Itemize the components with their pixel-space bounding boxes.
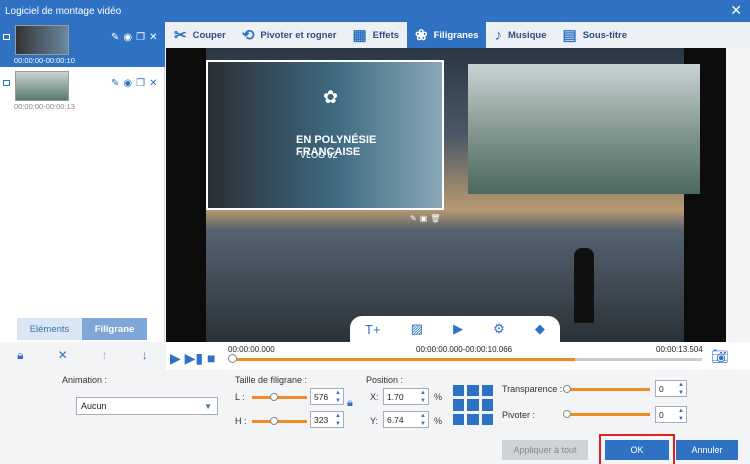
tab-effets[interactable]: ▦ Effets bbox=[344, 22, 407, 48]
camera-icon[interactable]: 📷︎ bbox=[711, 348, 729, 365]
crop-icon: ⟲ bbox=[241, 27, 255, 44]
move-up-icon[interactable]: ↑ bbox=[102, 348, 108, 362]
tab-elements[interactable]: Eléments bbox=[17, 318, 82, 340]
play-icon[interactable]: ▶ ▶▮ ■ bbox=[170, 350, 215, 367]
clip-thumbnail bbox=[15, 25, 69, 55]
music-icon: ♪ bbox=[494, 26, 502, 44]
ok-button[interactable]: OK bbox=[599, 434, 675, 464]
clip-list: 00:00:00-00:00:10 ✎ ◉ ❐ ✕ 00:00:00-00:00:13… bbox=[0, 22, 165, 342]
close-icon[interactable]: ✕ bbox=[730, 3, 742, 17]
cut-icon: ✂ bbox=[174, 27, 187, 44]
animation-select[interactable]: Aucun ▼ bbox=[76, 397, 218, 415]
x-label: X: bbox=[370, 392, 379, 402]
animation-label: Animation : bbox=[62, 375, 108, 385]
add-text-icon[interactable]: T+ bbox=[365, 322, 381, 337]
flower-logo-icon: ✿ bbox=[323, 87, 339, 107]
watermark-subtitle: VLOG 02 bbox=[300, 150, 338, 160]
watermark-icon: ❀ bbox=[415, 27, 428, 44]
rotate-slider-knob[interactable] bbox=[563, 410, 571, 418]
width-field[interactable]: 576 ▲ ▼ bbox=[310, 388, 344, 405]
edit-tabs: ✂ Couper ⟲ Pivoter et rogner ▦ Effets ❀ Fili… bbox=[166, 22, 750, 48]
progress-knob[interactable] bbox=[228, 354, 237, 363]
rotate-slider[interactable] bbox=[566, 413, 650, 416]
width-slider[interactable] bbox=[252, 396, 307, 399]
clip-item-1[interactable]: 00:00:00-00:00:10 ✎ ◉ ❐ ✕ bbox=[0, 22, 165, 67]
lock-ratio-icon[interactable]: 🔒︎ bbox=[347, 397, 353, 410]
time-range: 00:00:00.000-00:00:10.066 bbox=[416, 345, 513, 354]
eye-icon[interactable]: ◉ bbox=[123, 78, 132, 89]
clip-item-2[interactable]: 00:00:00-00:00:13 ✎ ◉ ❐ ✕ bbox=[0, 68, 165, 113]
add-video-icon[interactable]: ▶ bbox=[453, 321, 463, 337]
remove-icon[interactable]: ✕ bbox=[58, 348, 68, 362]
current-time: 00:00:00.000 bbox=[228, 345, 275, 354]
clip-thumbnail bbox=[15, 71, 69, 101]
height-field[interactable]: 323 ▲ ▼ bbox=[310, 411, 344, 428]
tab-pivoter[interactable]: ⟲ Pivoter et rogner bbox=[234, 22, 345, 48]
transparency-slider-knob[interactable] bbox=[563, 385, 571, 393]
progress-fill bbox=[232, 358, 576, 361]
trash-icon[interactable]: 🗑︎ bbox=[430, 214, 440, 223]
tab-filigrane[interactable]: Filigrane bbox=[82, 318, 147, 340]
x-field[interactable]: 1.70 ▲ ▼ bbox=[383, 388, 429, 405]
y-field[interactable]: 6.74 ▲ ▼ bbox=[383, 411, 429, 428]
total-time: 00:00:13.504 bbox=[656, 345, 703, 354]
watermark-image-1[interactable]: ✿ EN POLYNÉSIE FRANÇAISE VLOG 02 bbox=[206, 60, 444, 210]
transparency-slider[interactable] bbox=[566, 388, 650, 391]
chevron-down-icon: ▼ bbox=[204, 401, 212, 411]
window-title: Logiciel de montage vidéo bbox=[5, 5, 122, 17]
edit-icon[interactable]: ✎ bbox=[410, 214, 417, 223]
left-toolbar: 🔒︎ ✕ ↑ ↓ bbox=[0, 342, 165, 368]
percent-label: % bbox=[434, 392, 443, 402]
tab-musique[interactable]: ♪ Musique bbox=[486, 22, 554, 48]
delete-icon[interactable]: ✕ bbox=[149, 32, 157, 43]
percent-label: % bbox=[434, 416, 443, 426]
cancel-button[interactable]: Annuler bbox=[676, 440, 738, 460]
y-label: Y: bbox=[370, 416, 379, 426]
size-label: Taille de filigrane : bbox=[235, 375, 308, 385]
apply-all-button[interactable]: Appliquer à tout bbox=[502, 440, 588, 460]
add-watermark-bar: T+ ▨ ▶ ⚙ ◆ bbox=[350, 316, 560, 342]
tab-couper[interactable]: ✂ Couper bbox=[166, 22, 234, 48]
video-preview[interactable]: ✿ EN POLYNÉSIE FRANÇAISE VLOG 02 ✎ ▣ 🗑︎ T+… bbox=[166, 48, 726, 342]
clip-marker-icon bbox=[3, 34, 10, 40]
add-image-icon[interactable]: ▨ bbox=[411, 321, 423, 337]
eye-icon[interactable]: ◉ bbox=[123, 32, 132, 43]
playback-bar: ▶ ▶▮ ■ 00:00:00.000 00:00:00.000-00:00:1… bbox=[166, 342, 750, 370]
height-slider[interactable] bbox=[252, 420, 307, 423]
delete-icon[interactable]: ✕ bbox=[149, 78, 157, 89]
width-label: L : bbox=[235, 392, 245, 402]
position-grid[interactable] bbox=[453, 385, 493, 425]
copy-icon[interactable]: ❐ bbox=[136, 78, 145, 89]
rotate-field[interactable]: 0 ▲ ▼ bbox=[655, 406, 687, 423]
clip-duration: 00:00:00-00:00:13 bbox=[14, 102, 75, 111]
transparency-label: Transparence : bbox=[502, 384, 563, 394]
effects-icon: ▦ bbox=[352, 27, 367, 44]
height-label: H : bbox=[235, 416, 247, 426]
move-down-icon[interactable]: ↓ bbox=[142, 348, 148, 362]
clip-duration: 00:00:00-00:00:10 bbox=[14, 56, 75, 65]
clip-marker-icon bbox=[3, 80, 10, 86]
image-icon[interactable]: ▣ bbox=[420, 214, 428, 223]
height-slider-knob[interactable] bbox=[270, 417, 278, 425]
copy-icon[interactable]: ❐ bbox=[136, 32, 145, 43]
width-slider-knob[interactable] bbox=[270, 393, 278, 401]
lock-icon[interactable]: 🔒︎ bbox=[17, 348, 23, 363]
silhouette bbox=[574, 248, 594, 323]
transparency-field[interactable]: 0 ▲ ▼ bbox=[655, 380, 687, 397]
edit-icon[interactable]: ✎ bbox=[111, 32, 119, 43]
rotate-label: Pivoter : bbox=[502, 410, 536, 420]
watermark-image-2[interactable] bbox=[468, 64, 700, 194]
position-label: Position : bbox=[366, 375, 404, 385]
tab-sous-titre[interactable]: ▤ Sous-titre bbox=[555, 22, 636, 48]
tab-filigranes[interactable]: ❀ Filigranes bbox=[407, 22, 487, 48]
edit-icon[interactable]: ✎ bbox=[111, 78, 119, 89]
add-gif-icon[interactable]: ⚙ bbox=[493, 321, 505, 337]
add-shape-icon[interactable]: ◆ bbox=[535, 321, 545, 337]
title-bar: Logiciel de montage vidéo ✕ bbox=[0, 0, 750, 22]
subtitle-icon: ▤ bbox=[562, 27, 577, 44]
